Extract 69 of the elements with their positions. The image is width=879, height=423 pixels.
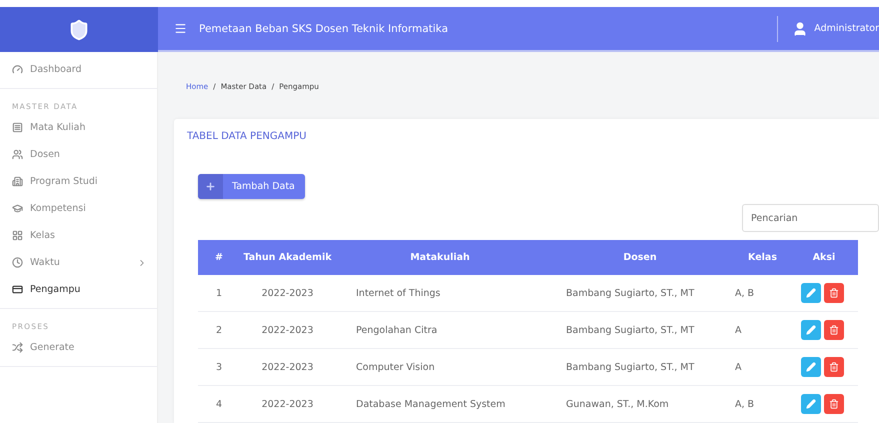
sidebar-item[interactable]: Pengampu [0, 276, 157, 303]
building-icon [12, 176, 23, 187]
sidebar-item[interactable]: Kelas [0, 222, 157, 249]
table-cell: 2022-2023 [262, 398, 314, 410]
table-cell: 4 [216, 398, 222, 410]
pencil-icon [806, 325, 816, 335]
sidebar-item[interactable]: Program Studi [0, 168, 157, 195]
trash-icon [829, 362, 839, 372]
table-cell: Pengolahan Citra [356, 324, 438, 336]
user-icon [792, 20, 808, 36]
sidebar-item[interactable]: Kompetensi [0, 195, 157, 222]
card-icon [12, 284, 23, 295]
table-cell: Bambang Sugiarto, ST., MT [566, 324, 694, 336]
table-cell: 1 [216, 288, 222, 298]
grid-icon [12, 230, 23, 241]
shuffle-icon [12, 342, 23, 353]
column-header: Tahun Akademik [243, 252, 332, 263]
sidebar-item[interactable]: Mata Kuliah [0, 114, 157, 141]
menu-icon [12, 122, 23, 133]
edit-button[interactable] [801, 394, 821, 414]
column-header: Kelas [748, 252, 777, 263]
edit-button[interactable] [801, 320, 821, 340]
table-cell: Bambang Sugiarto, ST., MT [566, 362, 694, 372]
trash-icon [829, 399, 839, 409]
delete-button[interactable] [824, 320, 844, 340]
sidebar-item[interactable]: Dashboard [0, 56, 157, 83]
table-cell: 2022-2023 [262, 324, 314, 336]
delete-button[interactable] [824, 357, 844, 377]
plus-icon [205, 181, 216, 192]
table-cell: Bambang Sugiarto, ST., MT [566, 288, 694, 298]
column-header: Aksi [812, 252, 836, 263]
delete-button[interactable] [824, 394, 844, 414]
pencil-icon [806, 399, 816, 409]
column-header: Matakuliah [410, 252, 470, 263]
table-cell: A, B [735, 288, 754, 298]
table-cell: A [735, 324, 742, 336]
users-icon [12, 149, 23, 160]
sidebar-item[interactable]: Dosen [0, 141, 157, 168]
sidebar-item[interactable]: Generate [0, 334, 157, 361]
column-header: Dosen [623, 252, 657, 263]
table-cell: Gunawan, ST., M.Kom [566, 398, 669, 410]
table-cell: A [735, 362, 742, 372]
pencil-icon [806, 288, 816, 298]
emblem-icon [68, 18, 90, 40]
table-cell: 2022-2023 [262, 362, 314, 372]
column-header: # [215, 252, 223, 263]
user-name[interactable]: Administrator [814, 23, 879, 34]
table-cell: 2 [216, 324, 222, 336]
trash-icon [829, 288, 839, 298]
delete-button[interactable] [824, 283, 844, 303]
edit-button[interactable] [801, 283, 821, 303]
table-cell: Database Management System [356, 398, 506, 410]
pencil-icon [806, 362, 816, 372]
app-title: Pemetaan Beban SKS Dosen Teknik Informatika [199, 22, 450, 34]
card-title: TABEL DATA PENGAMPU [187, 131, 308, 142]
table-cell: 2022-2023 [262, 288, 314, 298]
table-cell: Computer Vision [356, 362, 435, 372]
sidebar-item[interactable]: Waktu [0, 249, 157, 276]
table-cell: 3 [216, 362, 222, 372]
menu-icon[interactable] [174, 22, 187, 35]
search-field[interactable]: Pencarian [742, 204, 879, 232]
trash-icon [829, 325, 839, 335]
edit-button[interactable] [801, 357, 821, 377]
gauge-icon [12, 64, 23, 75]
table-cell: A, B [735, 398, 754, 410]
table-cell: Internet of Things [356, 288, 440, 298]
clock-icon [12, 257, 23, 268]
graduation-cap-icon [12, 203, 23, 214]
add-button[interactable]: Tambah Data [198, 174, 305, 199]
